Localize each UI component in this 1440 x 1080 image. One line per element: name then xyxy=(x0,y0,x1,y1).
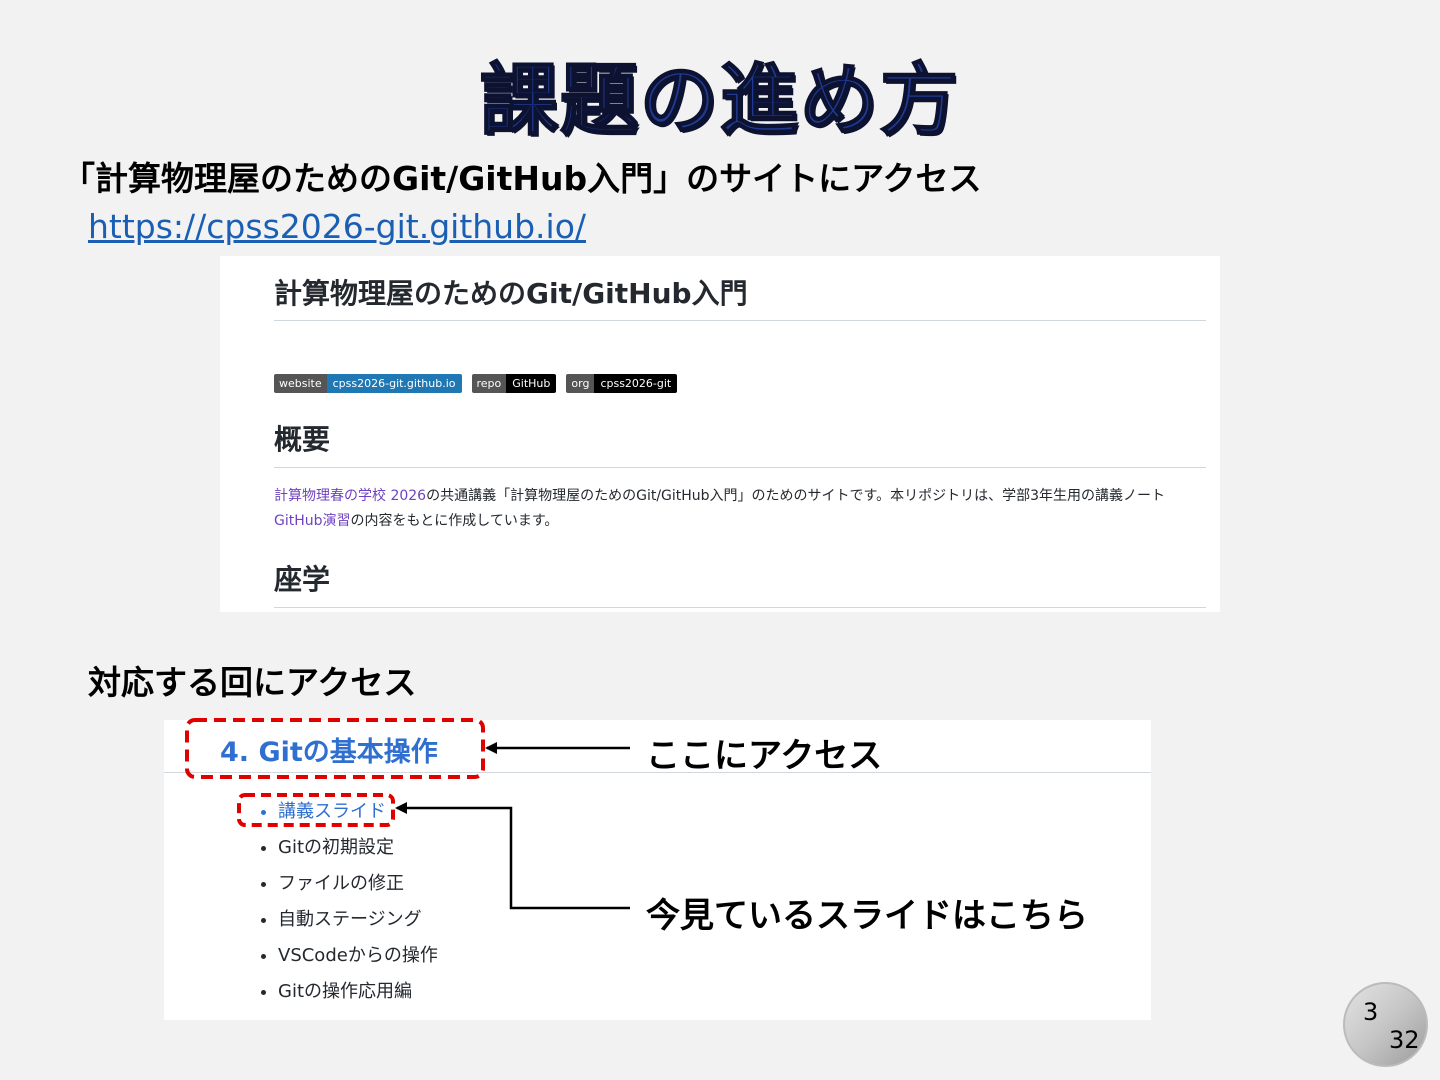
page-current: 3 xyxy=(1363,998,1379,1026)
list-item: 自動ステージング xyxy=(278,902,438,938)
badge-label: org xyxy=(566,374,595,393)
badge-value: cpss2026-git xyxy=(594,374,678,393)
badge-label: repo xyxy=(471,374,507,393)
badge-row: website cpss2026-git.github.io repo GitH… xyxy=(274,374,678,393)
overview-text: の共通講義「計算物理屋のためのGit/GitHub入門」のためのサイトです。本リ… xyxy=(426,488,1166,504)
overview-text-end: の内容をもとに作成しています。 xyxy=(350,513,559,529)
badge-value: GitHub xyxy=(506,374,557,393)
slide-title: 課題の進め方 xyxy=(479,55,960,147)
intro-text: 「計算物理屋のためのGit/GitHub入門」のサイトにアクセス xyxy=(62,159,982,198)
divider xyxy=(274,320,1206,321)
site-screenshot: 計算物理屋のためのGit/GitHub入門 website cpss2026-g… xyxy=(220,256,1220,612)
spring-school-link[interactable]: 計算物理春の学校 2026 xyxy=(274,488,426,504)
site-heading: 計算物理屋のためのGit/GitHub入門 xyxy=(274,277,748,310)
section-overview-heading: 概要 xyxy=(274,423,331,456)
list-item: VSCodeからの操作 xyxy=(278,938,438,974)
overview-paragraph: 計算物理春の学校 2026の共通講義「計算物理屋のためのGit/GitHub入門… xyxy=(274,484,1204,534)
badge-repo[interactable]: repo GitHub xyxy=(471,374,557,393)
lesson-heading-link[interactable]: 4. Gitの基本操作 xyxy=(220,730,438,769)
lecture-slides-link[interactable]: 講義スライド xyxy=(278,794,438,830)
badge-value: cpss2026-git.github.io xyxy=(326,374,462,393)
access-label: 対応する回にアクセス xyxy=(88,663,417,702)
list-item: Gitの操作応用編 xyxy=(278,974,438,1010)
badge-org[interactable]: org cpss2026-git xyxy=(566,374,678,393)
badge-label: website xyxy=(274,374,327,393)
callout-current-slides: 今見ているスライドはこちら xyxy=(646,896,1088,936)
badge-website[interactable]: website cpss2026-git.github.io xyxy=(274,374,462,393)
lesson-item-list: 講義スライド Gitの初期設定 ファイルの修正 自動ステージング VSCodeか… xyxy=(260,794,438,1010)
github-exercise-link[interactable]: GitHub演習 xyxy=(274,513,351,529)
divider xyxy=(274,607,1206,608)
page-number-badge: 3 32 xyxy=(1343,982,1428,1067)
divider xyxy=(274,467,1206,468)
section-lecture-heading: 座学 xyxy=(274,563,331,596)
page-total: 32 xyxy=(1389,1026,1420,1054)
list-item: Gitの初期設定 xyxy=(278,830,438,866)
list-item: ファイルの修正 xyxy=(278,866,438,902)
site-url-link[interactable]: https://cpss2026-git.github.io/ xyxy=(88,207,586,246)
callout-access-here: ここにアクセス xyxy=(646,736,883,776)
